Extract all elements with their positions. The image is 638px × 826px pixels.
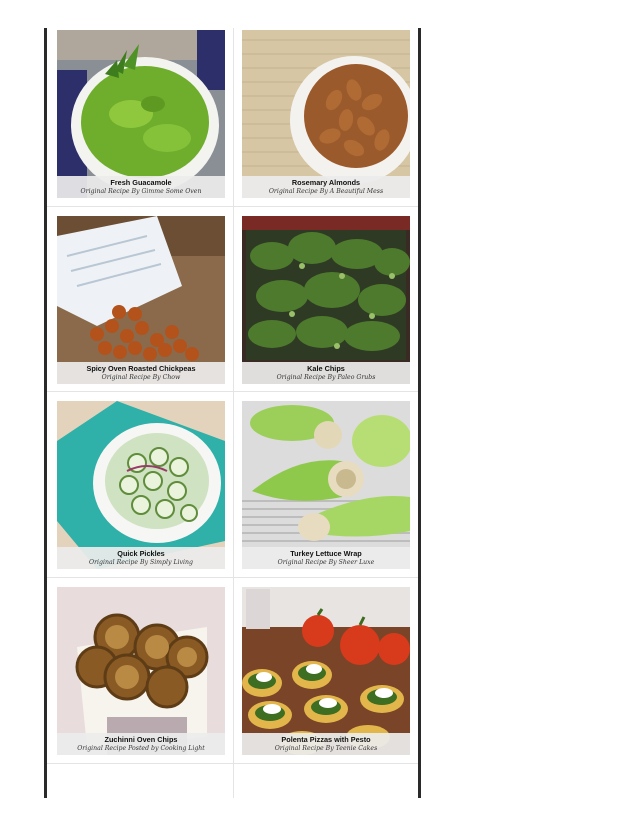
recipe-title: Zuchinni Oven Chips [104,735,178,744]
recipe-credit: Original Recipe By Gimme Some Oven [80,188,202,195]
recipe-card-kale-chips[interactable]: Kale Chips Original Recipe By Paleo Grub… [242,216,410,384]
row-divider [47,391,418,392]
recipe-credit: Original Recipe By Sheer Luxe [277,559,375,566]
recipe-title: Fresh Guacamole [110,178,172,187]
recipe-title: Kale Chips [307,364,345,373]
recipe-caption: Kale Chips Original Recipe By Paleo Grub… [242,362,410,384]
lettuce-wrap-photo [242,401,410,569]
recipe-caption: Zuchinni Oven Chips Original Recipe Post… [57,733,225,755]
chickpeas-photo [57,216,225,384]
recipe-card-polenta-pizzas[interactable]: Polenta Pizzas with Pesto Original Recip… [242,587,410,755]
recipe-card-chickpeas[interactable]: Spicy Oven Roasted Chickpeas Original Re… [57,216,225,384]
guacamole-photo [57,30,225,198]
recipe-title: Rosemary Almonds [291,178,361,187]
row-divider [47,206,418,207]
quick-pickles-photo [57,401,225,569]
kale-chips-photo [242,216,410,384]
recipe-credit: Original Recipe By A Beautiful Mess [268,188,384,195]
recipe-caption: Fresh Guacamole Original Recipe By Gimme… [57,176,225,198]
recipe-card-zucchini-chips[interactable]: Zuchinni Oven Chips Original Recipe Post… [57,587,225,755]
recipe-title: Polenta Pizzas with Pesto [281,735,371,744]
recipe-caption: Polenta Pizzas with Pesto Original Recip… [242,733,410,755]
recipe-title: Quick Pickles [117,549,165,558]
polenta-pizzas-photo [242,587,410,755]
recipe-card-lettuce-wrap[interactable]: Turkey Lettuce Wrap Original Recipe By S… [242,401,410,569]
recipe-credit: Original Recipe Posted by Cooking Light [77,745,205,752]
recipe-caption: Rosemary Almonds Original Recipe By A Be… [242,176,410,198]
recipe-credit: Original Recipe By Teenie Cakes [274,745,378,752]
recipe-card-guacamole[interactable]: Fresh Guacamole Original Recipe By Gimme… [57,30,225,198]
row-divider [47,763,418,764]
recipe-card-quick-pickles[interactable]: Quick Pickles Original Recipe By Simply … [57,401,225,569]
left-border-rule [44,28,47,798]
almonds-photo [242,30,410,198]
recipe-credit: Original Recipe By Simply Living [89,559,193,566]
recipe-card-almonds[interactable]: Rosemary Almonds Original Recipe By A Be… [242,30,410,198]
row-divider [47,577,418,578]
recipe-caption: Quick Pickles Original Recipe By Simply … [57,547,225,569]
recipe-caption: Spicy Oven Roasted Chickpeas Original Re… [57,362,225,384]
column-divider [233,28,234,798]
recipe-credit: Original Recipe By Chow [101,374,181,381]
recipe-title: Turkey Lettuce Wrap [290,549,362,558]
right-border-rule [418,28,421,798]
recipe-caption: Turkey Lettuce Wrap Original Recipe By S… [242,547,410,569]
recipe-page: Fresh Guacamole Original Recipe By Gimme… [0,0,638,826]
zucchini-chips-photo [57,587,225,755]
recipe-credit: Original Recipe By Paleo Grubs [276,374,376,381]
recipe-title: Spicy Oven Roasted Chickpeas [86,364,196,373]
